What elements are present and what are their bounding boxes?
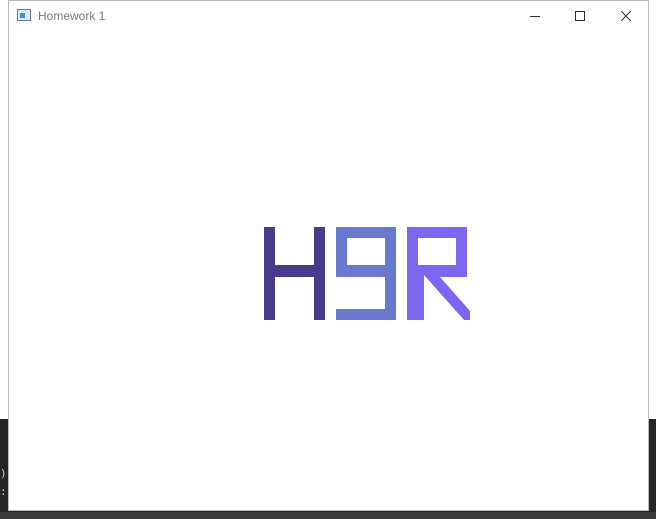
letter-h	[264, 227, 325, 320]
window-title: Homework 1	[38, 9, 106, 23]
render-canvas[interactable]	[9, 31, 648, 510]
maximize-button[interactable]	[557, 1, 603, 31]
hsr-logo	[264, 227, 470, 320]
taskbar-edge	[0, 512, 656, 519]
terminal-glyph: )	[0, 467, 7, 480]
title-bar[interactable]: Homework 1	[9, 1, 648, 31]
letter-s	[336, 227, 396, 320]
minimize-button[interactable]	[512, 1, 558, 31]
close-button[interactable]	[603, 1, 649, 31]
app-window[interactable]: Homework 1	[8, 0, 649, 511]
terminal-glyph: :	[0, 485, 7, 498]
minimize-icon	[530, 11, 540, 21]
letter-r	[407, 227, 470, 320]
close-icon	[621, 11, 631, 21]
app-window-icon[interactable]	[17, 9, 31, 21]
maximize-icon	[575, 11, 585, 21]
